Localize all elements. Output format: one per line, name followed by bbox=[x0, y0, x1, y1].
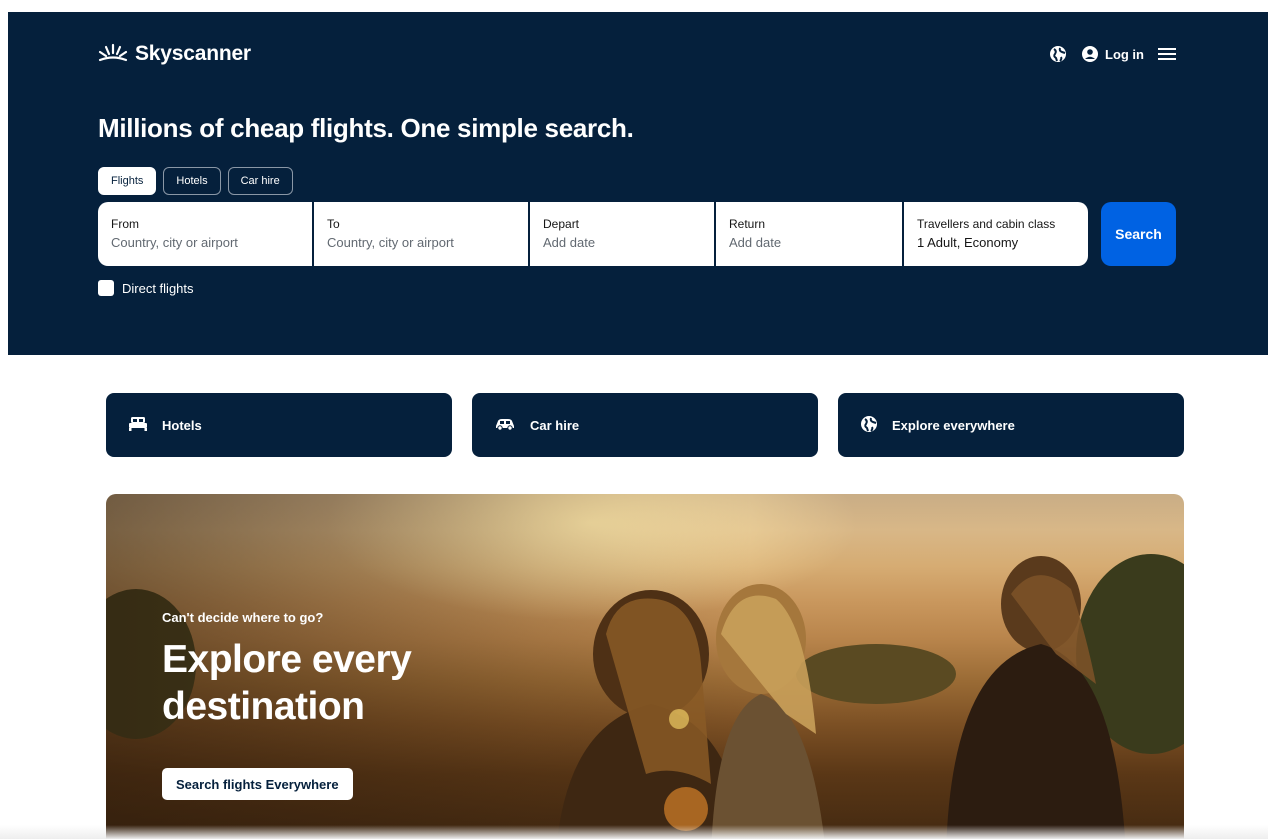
travellers-label: Travellers and cabin class bbox=[917, 217, 1056, 231]
brand-logo[interactable]: Skyscanner bbox=[98, 40, 251, 68]
quick-link-car-hire-label: Car hire bbox=[530, 417, 580, 433]
return-input[interactable]: Add date bbox=[729, 235, 889, 250]
to-input[interactable]: Country, city or airport bbox=[327, 235, 515, 250]
travellers-field[interactable]: Travellers and cabin class 1 Adult, Econ… bbox=[904, 202, 1088, 266]
menu-icon[interactable] bbox=[1158, 47, 1176, 61]
direct-flights-checkbox[interactable] bbox=[98, 280, 114, 296]
brand-name: Skyscanner bbox=[135, 42, 251, 65]
user-icon bbox=[1082, 46, 1098, 62]
search-everywhere-button[interactable]: Search flights Everywhere bbox=[162, 768, 353, 800]
quick-link-car-hire[interactable]: Car hire bbox=[472, 393, 818, 457]
sun-logo-icon bbox=[98, 43, 128, 65]
from-input[interactable]: Country, city or airport bbox=[111, 235, 299, 250]
banner-kicker: Can't decide where to go? bbox=[162, 610, 324, 625]
from-label: From bbox=[111, 217, 139, 231]
quick-link-explore-label: Explore everywhere bbox=[892, 417, 1015, 433]
search-tabs: Flights Hotels Car hire bbox=[98, 167, 293, 195]
page-bottom-edge bbox=[0, 825, 1268, 839]
header-actions: Log in bbox=[1049, 40, 1176, 68]
direct-flights-label: Direct flights bbox=[122, 280, 194, 296]
tab-car-hire[interactable]: Car hire bbox=[227, 167, 293, 195]
to-label: To bbox=[327, 217, 340, 231]
depart-label: Depart bbox=[543, 217, 580, 231]
quick-link-explore-everywhere[interactable]: Explore everywhere bbox=[838, 393, 1184, 457]
login-label: Log in bbox=[1105, 46, 1144, 62]
quick-link-hotels[interactable]: Hotels bbox=[106, 393, 452, 457]
login-button[interactable]: Log in bbox=[1081, 45, 1144, 63]
banner-photo-people bbox=[557, 556, 1126, 839]
search-button[interactable]: Search bbox=[1101, 202, 1176, 266]
depart-field[interactable]: Depart Add date bbox=[530, 202, 714, 266]
return-label: Return bbox=[729, 217, 766, 231]
quick-links: Hotels Car hire Explore everywhere bbox=[106, 393, 1184, 457]
travellers-input[interactable]: 1 Adult, Economy bbox=[917, 235, 1075, 250]
page-title: Millions of cheap flights. One simple se… bbox=[98, 113, 634, 143]
car-icon bbox=[494, 417, 516, 434]
tab-hotels[interactable]: Hotels bbox=[163, 167, 221, 195]
flight-search-form: From Country, city or airport To Country… bbox=[98, 202, 1088, 266]
return-field[interactable]: Return Add date bbox=[716, 202, 902, 266]
top-navigation: Skyscanner Log in bbox=[98, 40, 1176, 68]
to-field[interactable]: To Country, city or airport bbox=[314, 202, 528, 266]
banner-title: Explore every destination bbox=[162, 638, 412, 728]
quick-link-hotels-label: Hotels bbox=[162, 417, 202, 433]
bed-icon bbox=[128, 416, 148, 435]
tab-flights[interactable]: Flights bbox=[98, 167, 157, 195]
explore-banner: Can't decide where to go? Explore every … bbox=[106, 494, 1184, 839]
from-field[interactable]: From Country, city or airport bbox=[98, 202, 312, 266]
globe-icon bbox=[860, 415, 878, 436]
globe-icon[interactable] bbox=[1049, 45, 1067, 63]
direct-flights-toggle[interactable]: Direct flights bbox=[98, 280, 194, 296]
depart-input[interactable]: Add date bbox=[543, 235, 701, 250]
